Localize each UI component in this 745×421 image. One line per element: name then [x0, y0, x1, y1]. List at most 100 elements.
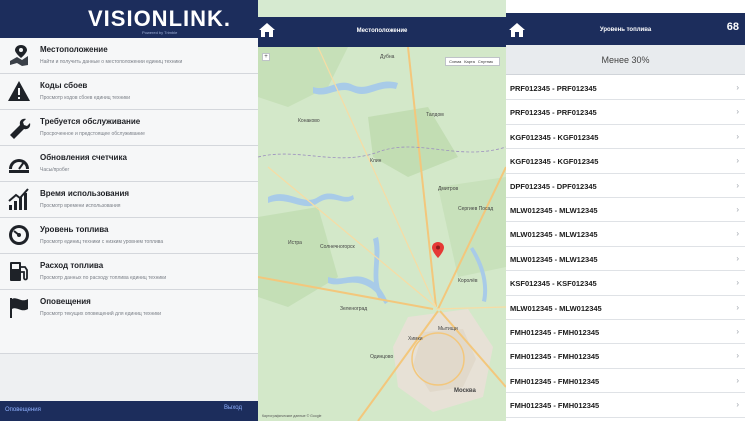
fuel-level-panel: Уровень топлива 68 Менее 30% PRF012345 -…	[506, 0, 745, 421]
usage-chart-icon	[8, 188, 29, 210]
menu-title: Коды сбоев	[40, 81, 88, 90]
chevron-right-icon: ›	[736, 278, 739, 288]
asset-name: FMH012345 - FMH012345	[510, 401, 600, 411]
asset-name: MLW012345 - MLW12345	[510, 230, 598, 240]
asset-name: FMH012345 - FMH012345	[510, 376, 600, 386]
fuel-filter-row[interactable]: Менее 30%	[506, 45, 745, 75]
chevron-right-icon: ›	[736, 156, 739, 166]
menu-title: Уровень топлива	[40, 225, 109, 234]
warning-triangle-icon	[8, 81, 30, 101]
map-city-label: Истра	[288, 240, 302, 246]
menu-title: Местоположение	[40, 45, 108, 54]
map-type-selector[interactable]: Схема Карта Спутник	[445, 57, 500, 66]
fuel-gauge-icon	[9, 225, 29, 245]
asset-name: PRF012345 - PRF012345	[510, 108, 597, 118]
asset-name: KGF012345 - KGF012345	[510, 157, 599, 167]
visionlink-logo: VISIONLINK.	[88, 6, 232, 31]
chevron-right-icon: ›	[736, 302, 739, 312]
menu-item-fault-codes[interactable]: Коды сбоев Просмотр кодов сбоев единиц т…	[0, 74, 258, 110]
chevron-right-icon: ›	[736, 107, 739, 117]
map-panel: Местоположение + Схема Карта Спутник Дуб…	[258, 0, 506, 421]
asset-list-row[interactable]: MLW012345 - MLW12345 ›	[506, 198, 745, 223]
menu-description: Просроченное и предстоящее обслуживание	[40, 131, 145, 137]
map-city-label: Талдом	[426, 112, 444, 118]
menu-item-location[interactable]: Местоположение Найти и получить данные о…	[0, 38, 258, 74]
map-copyright: Картографические данные © Google	[262, 414, 322, 418]
menu-item-fuel-level[interactable]: Уровень топлива Просмотр единиц техники …	[0, 218, 258, 254]
fuel-filter-label: Менее 30%	[601, 55, 650, 65]
map-city-label: Одинцово	[370, 354, 394, 360]
chevron-right-icon: ›	[736, 131, 739, 141]
asset-list-row[interactable]: DPF012345 - DPF012345 ›	[506, 173, 745, 198]
logo-bar: VISIONLINK. Powered by Trimble	[0, 0, 258, 38]
asset-list-row[interactable]: KGF012345 - KGF012345 ›	[506, 124, 745, 150]
map-city-label: Химки	[408, 336, 423, 342]
map-city-label: Солнечногорск	[320, 244, 355, 250]
map-type-option[interactable]: Карта	[464, 59, 475, 64]
map-type-option[interactable]: Схема	[449, 59, 461, 64]
menu-item-fuel-burned[interactable]: Расход топлива Просмотр данных по расход…	[0, 254, 258, 290]
map-marker-icon[interactable]	[432, 242, 444, 258]
fuel-pump-icon	[10, 262, 28, 281]
asset-list-row[interactable]: MLW012345 - MLW12345 ›	[506, 246, 745, 272]
map-city-label: Зеленоград	[340, 306, 368, 312]
asset-count-badge: 68	[726, 21, 739, 33]
menu-item-utilization[interactable]: Время использования Просмотр времени исп…	[0, 182, 258, 218]
map-type-option[interactable]: Спутник	[478, 59, 493, 64]
asset-list-row[interactable]: FMH012345 - FMH012345 ›	[506, 320, 745, 345]
chevron-right-icon: ›	[736, 375, 739, 385]
menu-title: Расход топлива	[40, 261, 104, 270]
asset-name: KGF012345 - KGF012345	[510, 132, 599, 142]
menu-description: Просмотр времени использования	[40, 203, 121, 209]
menu-description: Просмотр единиц техники с низким уровнем…	[40, 239, 164, 245]
footer-alerts-link[interactable]: Оповещения	[5, 407, 41, 413]
menu-item-meter-updates[interactable]: Обновления счетчика Часы/пробег	[0, 146, 258, 182]
left-menu-panel: VISIONLINK. Powered by Trimble Местополо…	[0, 0, 258, 421]
asset-name: KSF012345 - KSF012345	[510, 279, 597, 289]
asset-list-row[interactable]: FMH012345 - FMH012345 ›	[506, 344, 745, 369]
map-city-label: Мытищи	[438, 326, 458, 332]
asset-name: FMH012345 - FMH012345	[510, 328, 600, 337]
left-footer: Оповещения Выход	[0, 401, 258, 421]
logo-tagline: Powered by Trimble	[142, 30, 178, 35]
asset-name: FMH012345 - FMH012345	[510, 352, 600, 362]
chevron-right-icon: ›	[736, 400, 739, 410]
asset-list-row[interactable]: MLW012345 - MLW012345 ›	[506, 295, 745, 320]
map-city-label: Королёв	[458, 278, 478, 284]
asset-list-row[interactable]: FMH012345 - FMH012345 ›	[506, 368, 745, 394]
wrench-icon	[10, 118, 31, 139]
zoom-in-button[interactable]: +	[262, 53, 270, 61]
chevron-right-icon: ›	[736, 327, 739, 336]
menu-description: Просмотр текущих оповещений для единиц т…	[40, 311, 162, 317]
logout-link[interactable]: Выход	[224, 405, 242, 411]
map-header: Местоположение	[258, 17, 506, 47]
map-city-label: Конаково	[298, 118, 320, 124]
asset-list-row[interactable]: KSF012345 - KSF012345 ›	[506, 271, 745, 296]
asset-name: MLW012345 - MLW12345	[510, 254, 598, 264]
flag-icon	[10, 298, 28, 318]
asset-list-row[interactable]: PRF012345 - PRF012345 ›	[506, 100, 745, 125]
menu-description: Просмотр кодов сбоев единиц техники	[40, 95, 130, 101]
asset-list-row[interactable]: MLW012345 - MLW12345 ›	[506, 222, 745, 247]
fuel-level-header: Уровень топлива 68	[506, 13, 745, 45]
menu-description: Часы/пробег	[40, 167, 70, 173]
menu-description: Найти и получить данные о местоположении…	[40, 59, 183, 65]
gauge-icon	[9, 159, 29, 173]
asset-list-row[interactable]: PRF012345 - PRF012345 ›	[506, 76, 745, 101]
asset-name: MLW012345 - MLW012345	[510, 303, 602, 313]
menu-item-alerts[interactable]: Оповещения Просмотр текущих оповещений д…	[0, 290, 258, 354]
chevron-right-icon: ›	[736, 229, 739, 239]
map-city-label: Клин	[370, 158, 382, 164]
asset-list-row[interactable]: FMH012345 - FMH012345 ›	[506, 393, 745, 418]
asset-name: DPF012345 - DPF012345	[510, 181, 597, 191]
asset-name: MLW012345 - MLW12345	[510, 206, 598, 215]
menu-item-service-due[interactable]: Требуется обслуживание Просроченное и пр…	[0, 110, 258, 146]
asset-list-row[interactable]: KGF012345 - KGF012345 ›	[506, 149, 745, 174]
chevron-right-icon: ›	[736, 351, 739, 361]
app-screen: VISIONLINK. Powered by Trimble Местополо…	[0, 0, 745, 421]
map-title: Местоположение	[356, 28, 408, 34]
map-city-label: Москва	[454, 388, 476, 394]
chevron-right-icon: ›	[736, 83, 739, 92]
map-canvas[interactable]	[258, 47, 506, 421]
menu-description: Просмотр данных по расходу топлива едини…	[40, 275, 167, 281]
